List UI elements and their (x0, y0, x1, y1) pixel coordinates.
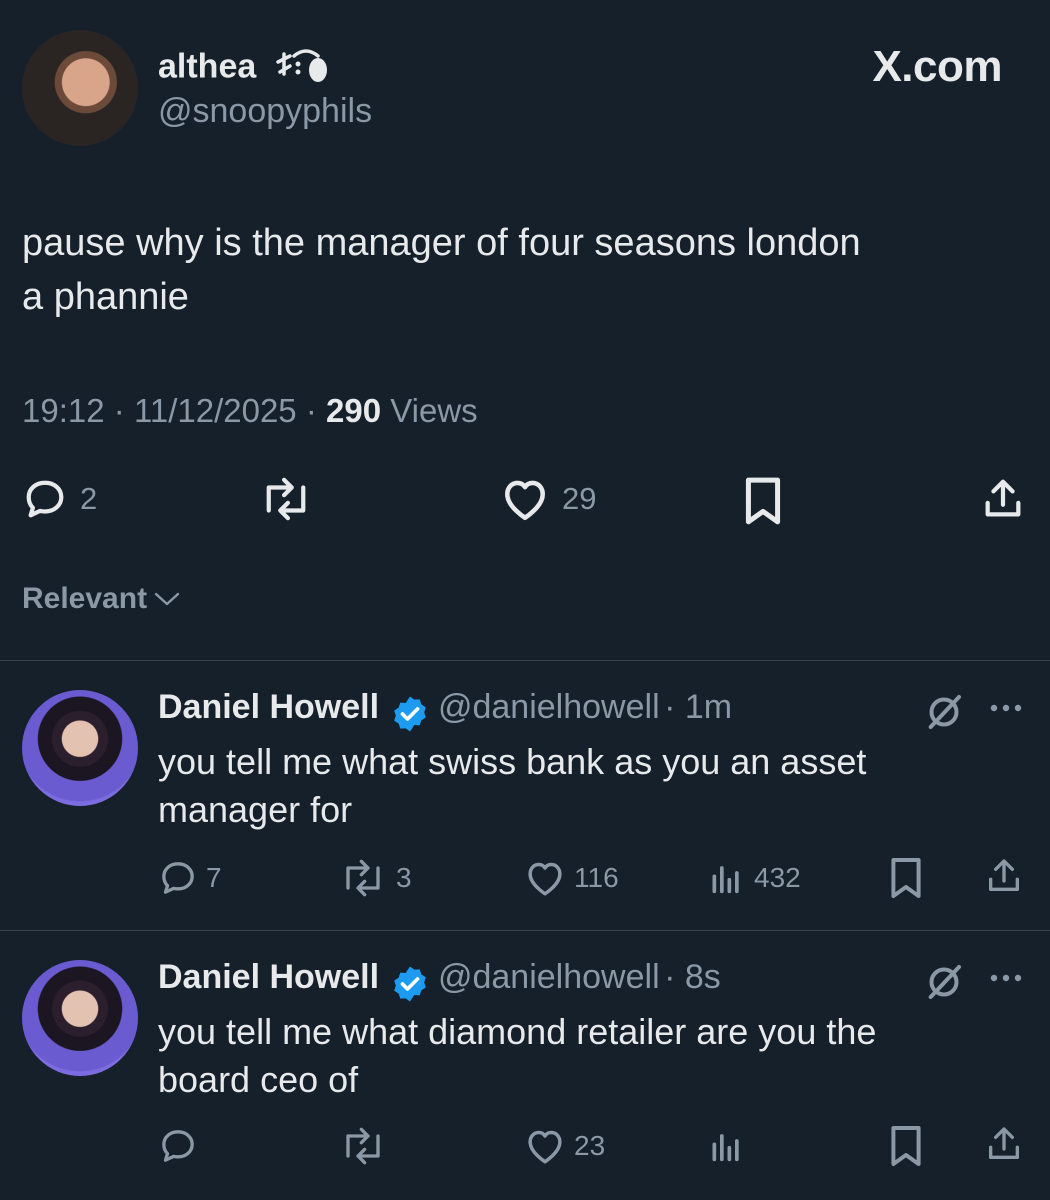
like-button[interactable]: 29 (500, 476, 596, 522)
analytics-icon (712, 866, 739, 894)
views-button[interactable]: 432 (706, 858, 801, 898)
brand-logo-text: X.com (872, 42, 1002, 91)
verified-badge-icon (393, 966, 426, 1002)
reply-header: Daniel Howell @danielhowell · 8s (158, 958, 721, 1004)
divider (0, 930, 1050, 931)
tweet-text-line: a phannie (22, 276, 189, 318)
bookmark-icon (891, 858, 921, 898)
separator: · (113, 392, 134, 429)
author-name[interactable]: althea (158, 47, 256, 85)
tweet-time[interactable]: 19:12 (22, 392, 105, 429)
reply-text-line: board ceo of (158, 1059, 359, 1100)
repost-button[interactable]: 3 (338, 858, 412, 898)
tweet-date[interactable]: 11/12/2025 (134, 392, 297, 429)
share-icon (985, 479, 1021, 517)
bookmark-icon (745, 477, 781, 525)
reply-button[interactable]: 2 (22, 476, 97, 522)
tweet-meta: 19:12 · 11/12/2025 · 290 Views (22, 392, 478, 430)
separator: · (305, 392, 326, 429)
reply-icon (162, 1130, 194, 1162)
bookmark-button[interactable] (888, 1124, 924, 1168)
reply-button[interactable]: 7 (158, 858, 222, 898)
analytics-icon (712, 1134, 739, 1162)
bookmark-icon (891, 1126, 921, 1166)
reply-text-line: manager for (158, 789, 353, 830)
views-count: 432 (754, 862, 801, 893)
separator: · (664, 688, 685, 726)
heart-icon (528, 862, 562, 896)
separator: · (664, 958, 685, 996)
author-handle[interactable]: @snoopyphils (158, 92, 372, 131)
heart-icon (505, 480, 545, 521)
bookmark-button[interactable] (888, 856, 924, 900)
share-button[interactable] (984, 856, 1024, 896)
like-count: 29 (562, 481, 597, 516)
repost-icon (346, 1127, 380, 1165)
reply-avatar[interactable] (22, 690, 138, 806)
like-count: 116 (574, 862, 619, 893)
share-button[interactable] (980, 476, 1026, 522)
share-icon (989, 1127, 1019, 1159)
reply-author-handle[interactable]: @danielhowell (438, 958, 660, 996)
like-button[interactable]: 23 (524, 1126, 605, 1166)
repost-icon (266, 477, 306, 521)
share-icon (989, 859, 1019, 891)
more-options-icon[interactable] (986, 696, 1026, 720)
tweet-text: pause why is the manager of four seasons… (22, 216, 1022, 324)
sort-dropdown[interactable]: Relevant (22, 582, 181, 616)
views-button[interactable] (706, 1126, 746, 1166)
bookmark-button[interactable] (742, 476, 784, 526)
tweet-text-line: pause why is the manager of four seasons… (22, 222, 861, 264)
repost-button[interactable] (338, 1126, 388, 1166)
reply-count: 7 (206, 862, 222, 893)
author-name-row[interactable]: althea (158, 44, 334, 93)
reply-time[interactable]: 8s (685, 958, 721, 996)
emoji-icon (272, 44, 334, 93)
like-count: 23 (574, 1130, 606, 1161)
grok-icon[interactable] (924, 692, 964, 732)
repost-button[interactable] (256, 476, 316, 522)
reply-text-line: you tell me what diamond retailer are yo… (158, 1011, 877, 1052)
grok-icon[interactable] (924, 962, 964, 1002)
like-button[interactable]: 116 (524, 858, 619, 898)
reply-icon (162, 862, 194, 894)
views-label: Views (390, 392, 478, 429)
reply-count: 2 (80, 481, 98, 516)
divider (0, 660, 1050, 661)
repost-icon (346, 859, 380, 897)
reply-author-name[interactable]: Daniel Howell (158, 688, 379, 726)
reply-avatar[interactable] (22, 960, 138, 1076)
reply-icon (26, 480, 64, 518)
reply-button[interactable] (158, 1126, 198, 1166)
reply-time[interactable]: 1m (685, 688, 732, 726)
reply-text: you tell me what diamond retailer are yo… (158, 1008, 978, 1104)
reply-author-name[interactable]: Daniel Howell (158, 958, 379, 996)
reply-author-handle[interactable]: @danielhowell (438, 688, 660, 726)
author-avatar[interactable] (22, 30, 138, 146)
reply-text-line: you tell me what swiss bank as you an as… (158, 741, 867, 782)
views-count: 290 (326, 392, 382, 429)
repost-count: 3 (396, 862, 412, 893)
reply-text: you tell me what swiss bank as you an as… (158, 738, 978, 834)
more-options-icon[interactable] (986, 966, 1026, 990)
verified-badge-icon (393, 696, 426, 732)
sort-label: Relevant (22, 582, 148, 615)
reply-header: Daniel Howell @danielhowell · 1m (158, 688, 732, 734)
chevron-down-icon (154, 592, 180, 606)
heart-icon (528, 1130, 562, 1164)
share-button[interactable] (984, 1124, 1024, 1164)
